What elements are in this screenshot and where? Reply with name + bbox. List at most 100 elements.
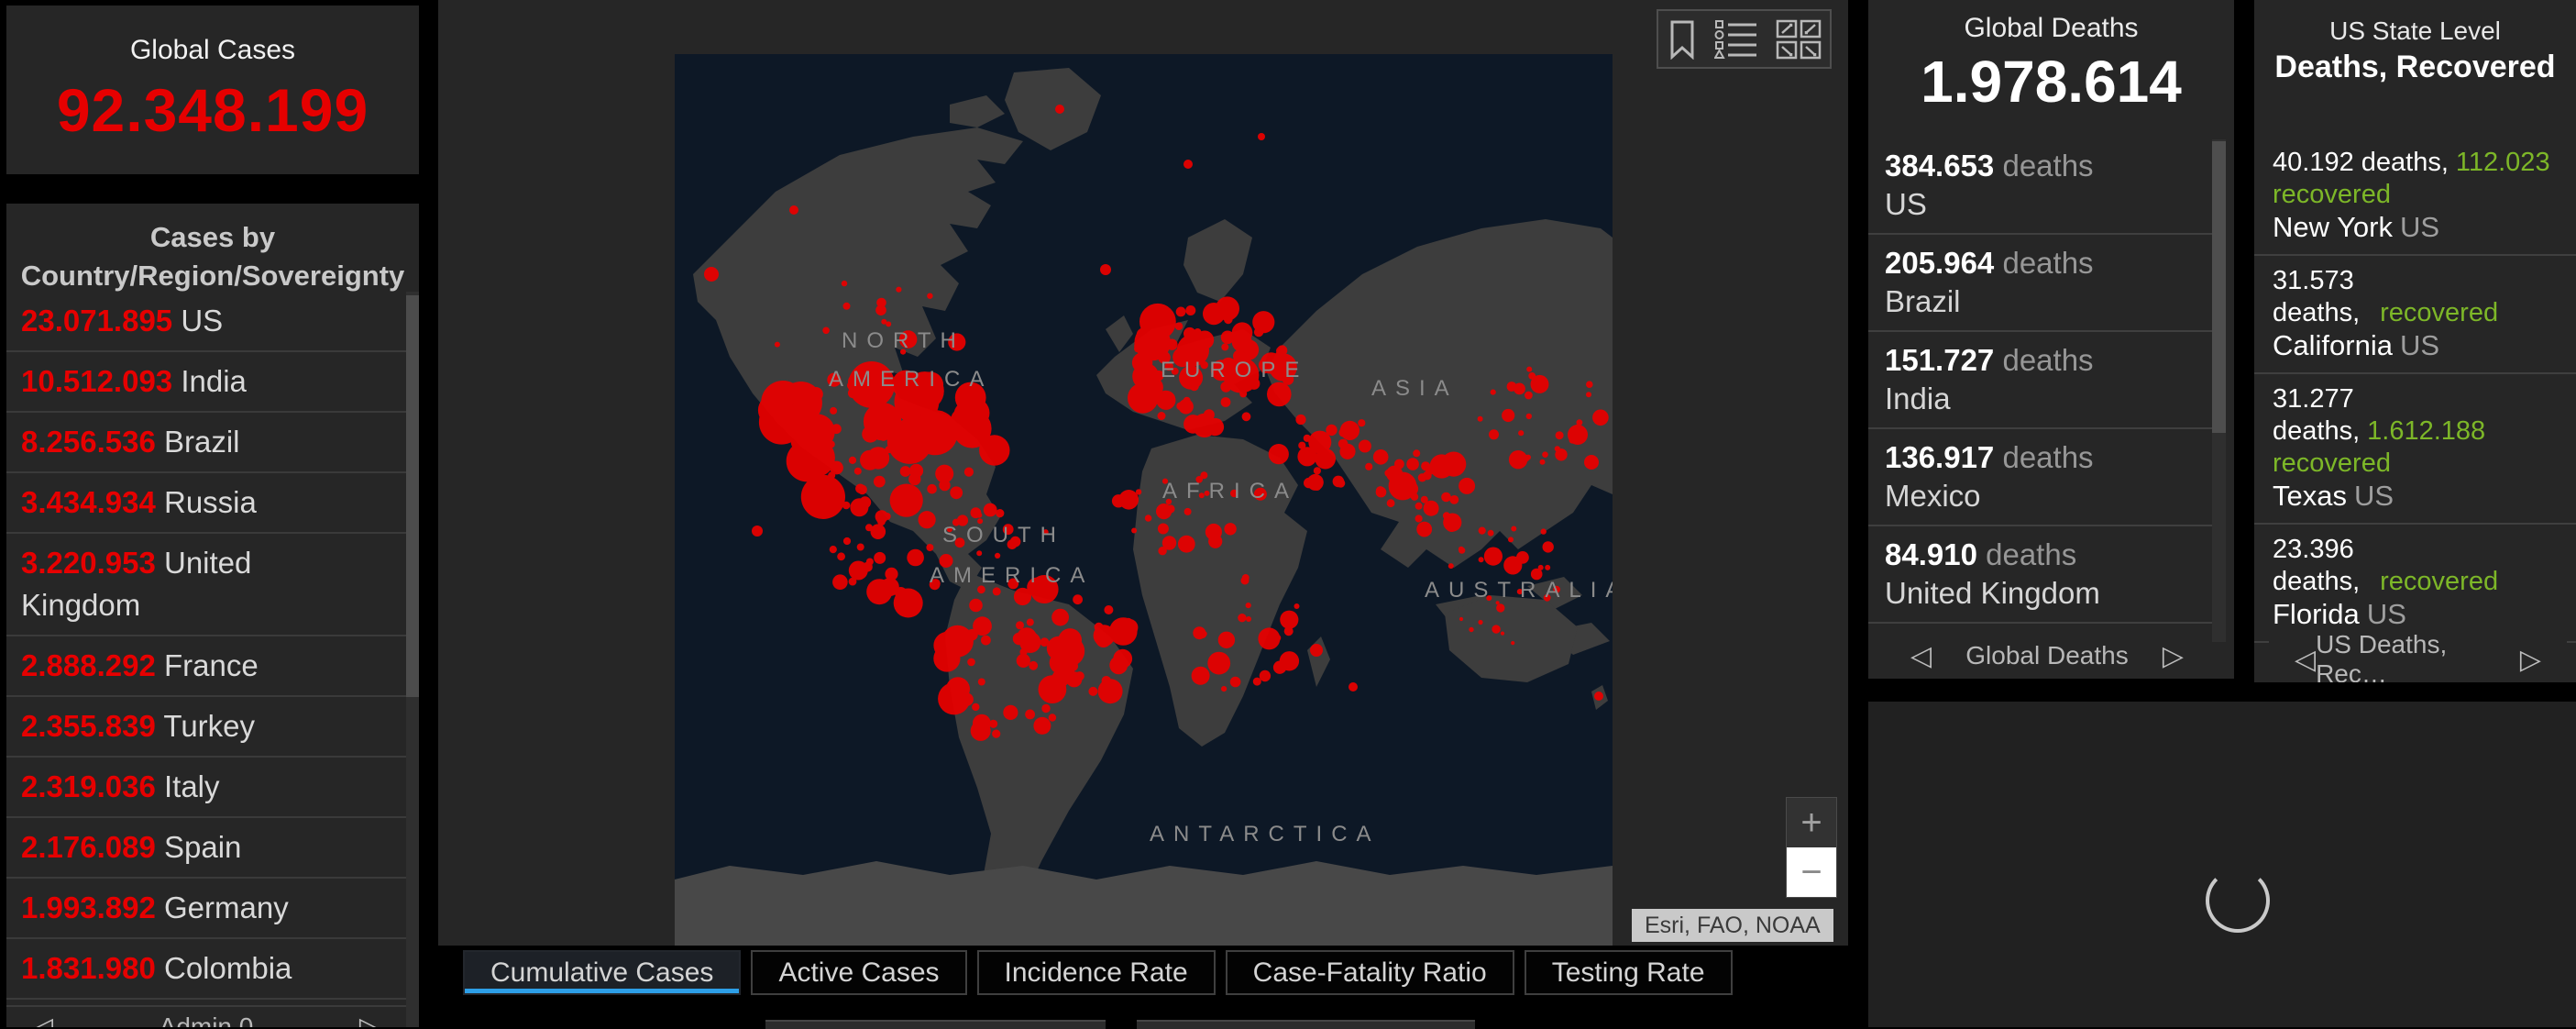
us-state-row[interactable]: 23.396 deaths, recoveredFlorida US <box>2254 523 2576 641</box>
case-count: 1.993.892 <box>21 891 156 924</box>
global-deaths-value: 1.978.614 <box>1868 48 2234 116</box>
death-row[interactable]: 136.917 deathsMexico <box>1868 427 2212 525</box>
cases-by-country-title: Cases by Country/Region/Sovereignty <box>6 204 419 304</box>
cases-row[interactable]: 3.220.953 United Kingdom <box>6 532 406 635</box>
global-cases-title: Global Cases <box>130 35 295 66</box>
global-deaths-pager: ◁ Global Deaths ▷ <box>1885 635 2209 677</box>
country-name: Spain <box>164 830 241 864</box>
case-count: 1.831.980 <box>21 951 156 985</box>
death-count: 151.727 <box>1885 343 1994 377</box>
pager-next-icon[interactable]: ▷ <box>2520 644 2541 676</box>
deaths-scrollbar[interactable] <box>2212 139 2226 642</box>
us-state-title: US State Level <box>2254 17 2576 46</box>
us-deaths: 40.192 deaths, <box>2273 148 2449 177</box>
tab-active-cases[interactable]: Active Cases <box>751 950 966 995</box>
cases-scrollbar-thumb[interactable] <box>406 295 419 697</box>
pager-prev-icon[interactable]: ◁ <box>32 1012 53 1028</box>
death-row[interactable]: 205.964 deathsBrazil <box>1868 233 2212 330</box>
legend-icon[interactable] <box>1714 19 1758 60</box>
pager-next-icon[interactable]: ▷ <box>2163 640 2184 672</box>
us-row-line2: recovered <box>2273 179 2569 211</box>
death-row[interactable]: 384.653 deathsUS <box>1868 138 2212 233</box>
cases-row[interactable]: 8.256.536 Brazil <box>6 411 406 471</box>
country-name: Mexico <box>1885 479 1981 513</box>
cases-row[interactable]: 1.831.980 Colombia <box>6 937 406 998</box>
cases-row[interactable]: 3.434.934 Russia <box>6 471 406 532</box>
case-count: 3.434.934 <box>21 485 156 519</box>
global-deaths-title: Global Deaths <box>1868 13 2234 44</box>
pager-prev-icon[interactable]: ◁ <box>1910 640 1932 672</box>
case-count: 2.355.839 <box>21 709 156 743</box>
us-state-row[interactable]: 40.192 deaths,112.023recoveredNew York U… <box>2254 138 2576 254</box>
map-panel: NORTHAMERICAEUROPEASIAAFRICASOUTHAMERICA… <box>438 0 1848 946</box>
tab-incidence-rate[interactable]: Incidence Rate <box>977 950 1216 995</box>
cases-scrollbar[interactable] <box>406 292 419 1027</box>
country-name: US <box>181 304 223 337</box>
death-unit: deaths <box>2002 246 2093 280</box>
death-row-line2: India <box>1885 380 2207 418</box>
case-count: 10.512.093 <box>21 364 172 398</box>
us-row-line2: recovered <box>2273 448 2569 480</box>
cases-row[interactable]: 23.071.895 US <box>6 292 406 350</box>
map-toolbar <box>1657 9 1832 69</box>
us-recovered: 112.023 <box>2456 148 2550 177</box>
us-state-pager: ◁ US Deaths, Rec… ▷ <box>2269 638 2567 680</box>
death-count: 205.964 <box>1885 246 1994 280</box>
death-count: 84.910 <box>1885 537 1977 571</box>
tab-case-fatality-ratio[interactable]: Case-Fatality Ratio <box>1226 950 1514 995</box>
region-label: AUSTRALIA <box>1425 578 1613 603</box>
cases-row[interactable]: 2.888.292 France <box>6 635 406 695</box>
global-cases-value: 92.348.199 <box>57 75 369 145</box>
us-row-place: Florida US <box>2273 598 2569 632</box>
cases-row[interactable]: 1.993.892 Germany <box>6 877 406 937</box>
us-state-list: 40.192 deaths,112.023recoveredNew York U… <box>2254 138 2576 682</box>
country-name: Turkey <box>163 709 255 743</box>
bookmark-icon[interactable] <box>1667 19 1698 60</box>
us-state-row[interactable]: 31.573 deaths,recoveredCalifornia US <box>2254 254 2576 372</box>
region-label: ANTARCTICA <box>1150 822 1381 846</box>
us-recovered: recovered <box>2380 567 2498 596</box>
tab-cumulative-cases[interactable]: Cumulative Cases <box>463 950 741 995</box>
death-count: 384.653 <box>1885 149 1994 183</box>
cases-by-country-panel: Cases by Country/Region/Sovereignty 23.0… <box>6 204 419 1027</box>
us-deaths: 31.277 deaths, <box>2273 384 2360 446</box>
global-deaths-panel: Global Deaths 1.978.614 384.653 deathsUS… <box>1868 0 2234 679</box>
us-row-line1: 31.573 deaths, recovered <box>2273 265 2569 329</box>
death-row[interactable]: 84.910 deathsUnited Kingdom <box>1868 525 2212 622</box>
case-count: 8.256.536 <box>21 425 156 459</box>
basemap-icon[interactable] <box>1776 19 1822 60</box>
cases-list: 23.071.895 US10.512.093 India8.256.536 B… <box>6 292 406 1027</box>
state-name: Texas <box>2273 480 2347 512</box>
us-deaths: 23.396 deaths, <box>2273 535 2360 596</box>
pager-next-icon[interactable]: ▷ <box>359 1012 380 1028</box>
us-deaths: 31.573 deaths, <box>2273 266 2360 327</box>
country-name: Brazil <box>164 425 240 459</box>
cases-row[interactable]: 10.512.093 India <box>6 350 406 411</box>
us-recovered: recovered <box>2273 448 2391 478</box>
country-suffix: US <box>2400 211 2439 243</box>
country-name: US <box>1885 187 1927 221</box>
case-count: 2.888.292 <box>21 648 156 682</box>
cases-row[interactable]: 2.319.036 Italy <box>6 756 406 816</box>
zoom-in-button[interactable]: + <box>1787 798 1836 847</box>
state-name: California <box>2273 329 2393 361</box>
us-row-line1: 23.396 deaths, recovered <box>2273 534 2569 598</box>
region-label: EUROPE <box>1161 358 1308 382</box>
cases-row[interactable]: 2.176.089 Spain <box>6 816 406 877</box>
us-row-place: Texas US <box>2273 480 2569 514</box>
us-recovered: recovered <box>2380 298 2498 327</box>
us-state-row[interactable]: 31.277 deaths,1.612.188recoveredTexas US <box>2254 372 2576 523</box>
state-name: Florida <box>2273 598 2360 630</box>
cases-row[interactable]: 2.355.839 Turkey <box>6 695 406 756</box>
case-count: 3.220.953 <box>21 546 156 580</box>
death-row[interactable]: 151.727 deathsIndia <box>1868 330 2212 427</box>
deaths-scrollbar-thumb[interactable] <box>2212 141 2226 433</box>
pager-prev-icon[interactable]: ◁ <box>2295 644 2316 676</box>
us-recovered: recovered <box>2273 180 2391 209</box>
tab-testing-rate[interactable]: Testing Rate <box>1525 950 1733 995</box>
region-label: ASIA <box>1371 376 1459 401</box>
loading-panel <box>1868 702 2576 1027</box>
country-name: Colombia <box>164 951 292 985</box>
zoom-out-button[interactable]: − <box>1787 847 1836 897</box>
world-map[interactable]: NORTHAMERICAEUROPEASIAAFRICASOUTHAMERICA… <box>675 54 1613 946</box>
